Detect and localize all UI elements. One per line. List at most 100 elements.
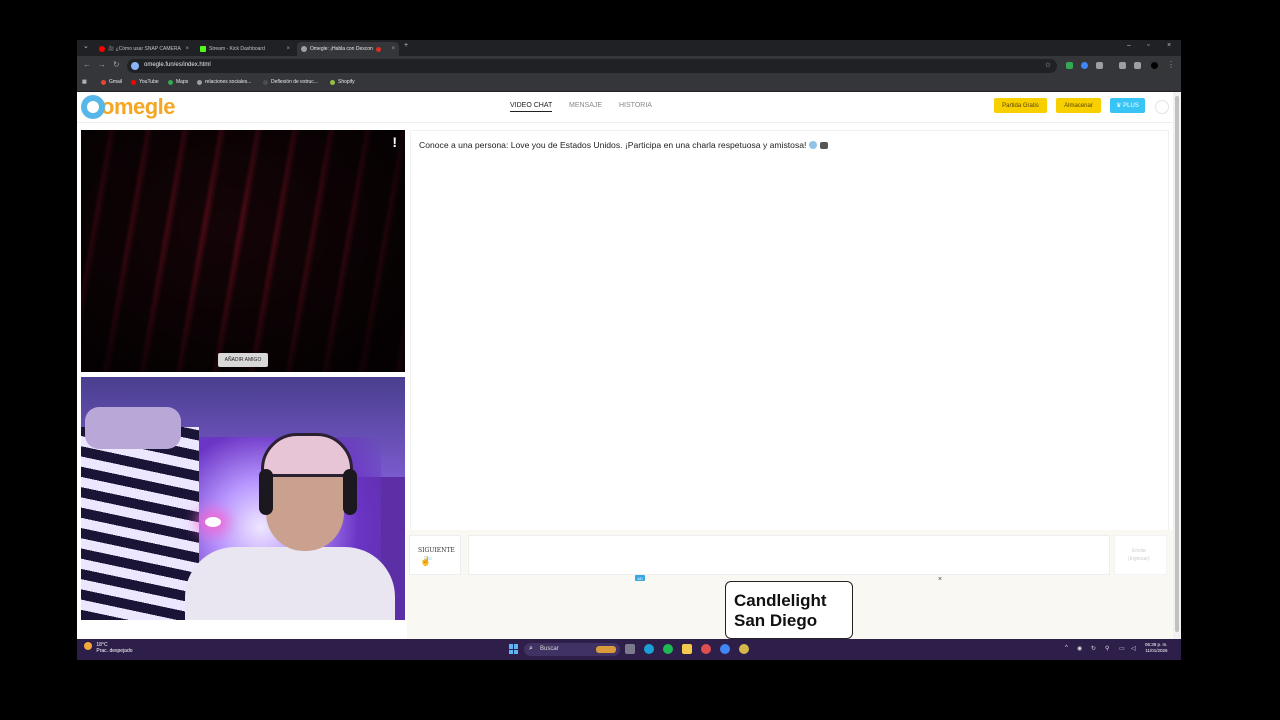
extension-icon[interactable] [1066,62,1073,69]
logo-text: omegle [101,94,176,119]
youtube-icon [131,79,136,85]
download-icon[interactable] [1119,62,1126,69]
globe-icon [197,79,202,85]
profile-avatar-icon[interactable] [1151,62,1158,69]
app-icon[interactable] [739,644,749,654]
apps-grid-icon[interactable]: ▦ [82,79,87,85]
video-person [185,547,395,620]
report-icon[interactable]: ! [392,134,397,150]
headphones-icon [343,469,357,515]
address-bar[interactable]: omegle.fun/es/index.html ☆ [127,59,1057,73]
tray-app-icon[interactable]: ◉ [1077,645,1082,652]
omegle-logo[interactable]: omegle [81,93,176,121]
restore-icon[interactable]: ▫ [1147,42,1149,49]
edge-icon[interactable] [644,644,654,654]
page-scrollbar[interactable] [1173,92,1181,639]
send-label: Enviar [1132,548,1147,554]
globe-emoji-icon [809,141,818,149]
bookmark-star-icon[interactable]: ☆ [1045,61,1051,69]
back-icon[interactable]: ← [83,60,91,69]
media-icon[interactable] [1134,62,1141,69]
phone-emoji-icon [820,142,829,149]
youtube-icon [99,46,105,52]
tab-search-icon[interactable]: ⌄ [83,42,89,50]
video-frame [81,130,405,372]
forward-icon[interactable]: → [98,60,106,69]
spotify-icon[interactable] [663,644,673,654]
extensions-puzzle-icon[interactable] [1096,62,1103,69]
weather-icon [84,642,92,650]
site-header: omegle VIDEO CHAT MENSAJE HISTORIA Parti… [77,92,1173,123]
tab-youtube[interactable]: 🎥 ¿Cómo usar SNAP CAMERA × [95,42,193,56]
bookmark-youtube[interactable]: YouTube [131,79,159,85]
close-icon[interactable]: × [185,46,189,52]
browser-toolbar: ← → ↻ omegle.fun/es/index.html ☆ ⋮ [77,56,1181,76]
document-icon [263,79,268,85]
app-icon[interactable] [701,644,711,654]
tray-sync-icon[interactable]: ↻ [1091,645,1096,652]
bookmark-relaciones[interactable]: relaciones sociales... [197,79,251,85]
ad-close-icon[interactable]: × [938,576,942,583]
bookmark-gmail[interactable]: Gmail [101,79,122,85]
chat-system-message: Conoce a una persona: Love you de Estado… [419,140,829,150]
chat-message-text: Conoce a una persona: Love you de Estado… [419,140,807,150]
headphones-icon [259,469,273,515]
clock-time: 06:39 p. m. [1145,642,1168,647]
scrollbar-thumb[interactable] [1175,96,1179,632]
menu-kebab-icon[interactable]: ⋮ [1167,60,1175,69]
search-highlight-icon [596,646,616,653]
nav-historia[interactable]: HISTORIA [619,102,652,109]
recording-icon [375,46,381,52]
tab-kick[interactable]: Stream - Kick Dashboard × [196,42,294,56]
close-icon[interactable]: × [286,46,290,52]
file-explorer-icon[interactable] [682,644,692,654]
search-label: Buscar [540,646,559,652]
nav-video-chat[interactable]: VIDEO CHAT [510,102,553,112]
site-info-icon[interactable] [131,62,139,70]
taskbar-search[interactable]: ⌕ Buscar [524,643,620,656]
tab-title: Stream - Kick Dashboard [209,46,265,52]
new-tab-icon[interactable]: + [404,42,408,49]
reload-icon[interactable]: ↻ [113,60,120,69]
store-button[interactable]: Almacenar [1056,98,1101,113]
user-avatar-icon[interactable] [1155,100,1169,114]
free-game-button[interactable]: Partida Gratis [994,98,1047,113]
add-friend-button[interactable]: AÑADIR AMIGO [218,353,268,367]
task-view-icon[interactable] [625,644,635,654]
wifi-icon[interactable]: ▭ [1119,645,1125,652]
bookmark-shopify[interactable]: Shopify [330,79,355,85]
next-button[interactable]: SIGUIENTE Esc [409,535,461,575]
next-label: SIGUIENTE [418,547,455,554]
tab-omegle[interactable]: Omegle: ¡Habla con Descon × [297,42,399,56]
bookmark-deflexion[interactable]: Deflexión de estruc... [263,79,318,85]
send-button[interactable]: Enviar (Ingresar) [1114,535,1167,575]
plus-button[interactable]: ♛ PLUS [1110,98,1145,113]
window-close-icon[interactable]: × [1167,42,1171,49]
omegle-page: omegle VIDEO CHAT MENSAJE HISTORIA Parti… [77,92,1173,639]
message-input[interactable] [468,535,1110,575]
nav-mensaje[interactable]: MENSAJE [569,102,602,109]
extension-icon[interactable] [1081,62,1088,69]
close-icon[interactable]: × [391,46,395,52]
send-hint: (Ingresar) [1128,556,1150,562]
weather-desc: Prac. despejado [96,648,133,654]
chrome-icon[interactable] [720,644,730,654]
ad-badge: AD [635,575,645,581]
ad-banner[interactable]: Candlelight San Diego [725,581,853,639]
minimize-icon[interactable]: – [1127,42,1131,49]
browser-window: ⌄ 🎥 ¿Cómo usar SNAP CAMERA × Stream - Ki… [77,40,1181,660]
stranger-video: ! AÑADIR AMIGO [81,130,405,372]
kick-icon [200,46,206,52]
weather-widget[interactable]: 18°C Prac. despejado [84,642,133,654]
bookmark-maps[interactable]: Maps [168,79,188,85]
url-text: omegle.fun/es/index.html [144,62,211,68]
self-video [81,377,405,620]
taskbar-clock[interactable]: 06:39 p. m. 11/01/2026 [1145,642,1168,654]
tab-title: 🎥 ¿Cómo usar SNAP CAMERA [108,46,181,52]
tray-location-icon[interactable]: ⚲ [1105,645,1109,652]
windows-start-icon[interactable] [509,644,519,654]
volume-icon[interactable]: ◁ [1131,645,1136,652]
tab-title: Omegle: ¡Habla con Descon [310,46,373,52]
search-icon: ⌕ [529,645,533,652]
tray-chevron-icon[interactable]: ^ [1065,645,1068,651]
